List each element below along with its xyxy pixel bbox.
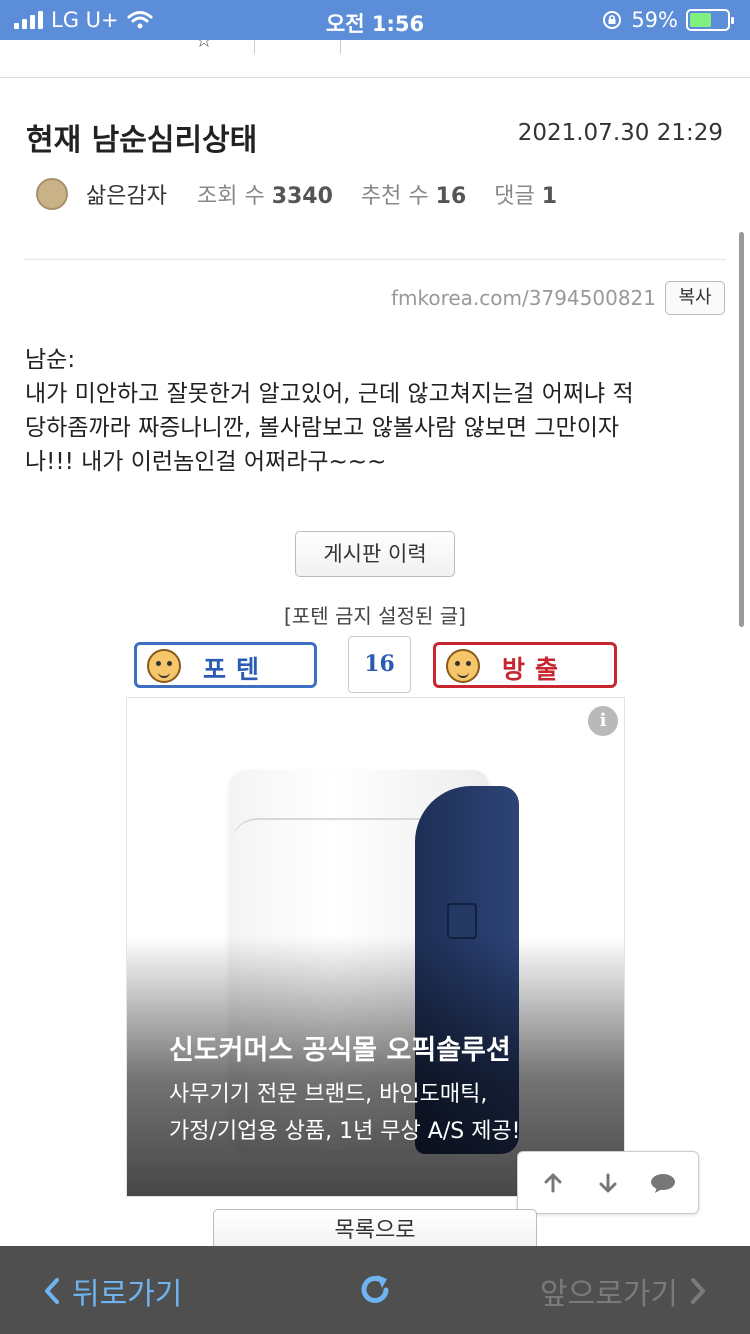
reload-icon <box>361 1275 389 1303</box>
recommend-stat: 추천 수 16 <box>360 184 467 209</box>
forward-button[interactable]: 앞으로가기 <box>540 1269 708 1313</box>
recommend-count: 16 <box>435 184 467 209</box>
battery-percent: 59% <box>631 8 678 32</box>
comment-icon <box>650 1173 675 1193</box>
reload-button[interactable] <box>355 1270 395 1310</box>
battery-icon <box>686 9 734 31</box>
ad-title: 신도커머스 공식몰 오픽솔루션 <box>169 1035 511 1066</box>
vote-up-button[interactable]: 포텐 <box>134 642 317 688</box>
floating-actions <box>517 1151 699 1214</box>
divider <box>24 259 726 260</box>
back-label: 뒤로가기 <box>72 1277 183 1312</box>
scrollbar[interactable] <box>739 232 744 627</box>
body-line: 나!!! 내가 이런놈인걸 어쩌라구~~~ <box>25 449 387 475</box>
arrow-down-icon <box>599 1173 617 1192</box>
thumbs-down-face-icon <box>446 649 480 683</box>
views-stat: 조회 수 3340 <box>196 184 333 209</box>
comments-stat[interactable]: 댓글 1 <box>494 178 557 210</box>
body-line: 내가 미안하고 잘못한거 알고있어, 근데 않고쳐지는걸 어쩌냐 적 <box>25 381 634 407</box>
views-count: 3340 <box>271 184 333 209</box>
body-line: 당하좀까라 짜증나니깐, 볼사람보고 않볼사람 않보면 그만이자 <box>25 415 620 441</box>
board-history-button[interactable]: 게시판 이력 <box>295 531 455 577</box>
chevron-right-icon <box>691 1278 705 1304</box>
post-title: 현재 남순심리상태 <box>26 123 258 158</box>
vote-down-button[interactable]: 방출 <box>433 642 617 688</box>
potten-ban-notice: [포텐 금지 설정된 글] <box>284 604 466 628</box>
ad-banner[interactable]: i 신도커머스 공식몰 오픽솔루션 사무기기 전문 브랜드, 바인도매틱, 가정… <box>126 697 625 1197</box>
comment-button[interactable] <box>643 1163 683 1203</box>
copy-url-button[interactable]: 복사 <box>665 281 725 315</box>
post-date: 2021.07.30 21:29 <box>517 120 723 146</box>
battery-level <box>690 13 712 27</box>
arrow-up-icon <box>544 1173 562 1192</box>
forward-label: 앞으로가기 <box>540 1277 678 1312</box>
top-nav: ☆ <box>0 40 750 78</box>
star-icon[interactable]: ☆ <box>195 40 213 52</box>
scroll-up-button[interactable] <box>533 1163 573 1203</box>
chevron-left-icon <box>45 1278 59 1304</box>
body-line: 남순: <box>25 347 76 373</box>
ad-info-icon[interactable]: i <box>588 706 618 736</box>
orientation-lock-icon <box>603 11 622 29</box>
back-button[interactable]: 뒤로가기 <box>42 1269 182 1313</box>
comments-count: 1 <box>541 184 558 209</box>
vote-count: 16 <box>348 636 411 693</box>
status-right: 59% <box>601 8 734 32</box>
short-url[interactable]: fmkorea.com/3794500821 <box>391 286 656 310</box>
post-body: 남순: 내가 미안하고 잘못한거 알고있어, 근데 않고쳐지는걸 어쩌냐 적 당… <box>25 343 725 479</box>
thumbs-up-face-icon <box>147 649 181 683</box>
vote-up-label: 포텐 <box>203 655 270 684</box>
author-name[interactable]: 삶은감자 <box>86 178 167 210</box>
scroll-down-button[interactable] <box>588 1163 628 1203</box>
avatar[interactable] <box>36 178 68 210</box>
status-bar: LG U+ 오전 1:56 59% <box>0 0 750 40</box>
ad-description: 사무기기 전문 브랜드, 바인도매틱, 가정/기업용 상품, 1년 무상 A/S… <box>169 1082 521 1144</box>
post-meta: 삶은감자 조회 수 3340 추천 수 16 댓글 1 <box>36 178 585 210</box>
browser-bottom-bar: 뒤로가기 앞으로가기 <box>0 1246 750 1334</box>
vote-down-label: 방출 <box>502 655 569 684</box>
